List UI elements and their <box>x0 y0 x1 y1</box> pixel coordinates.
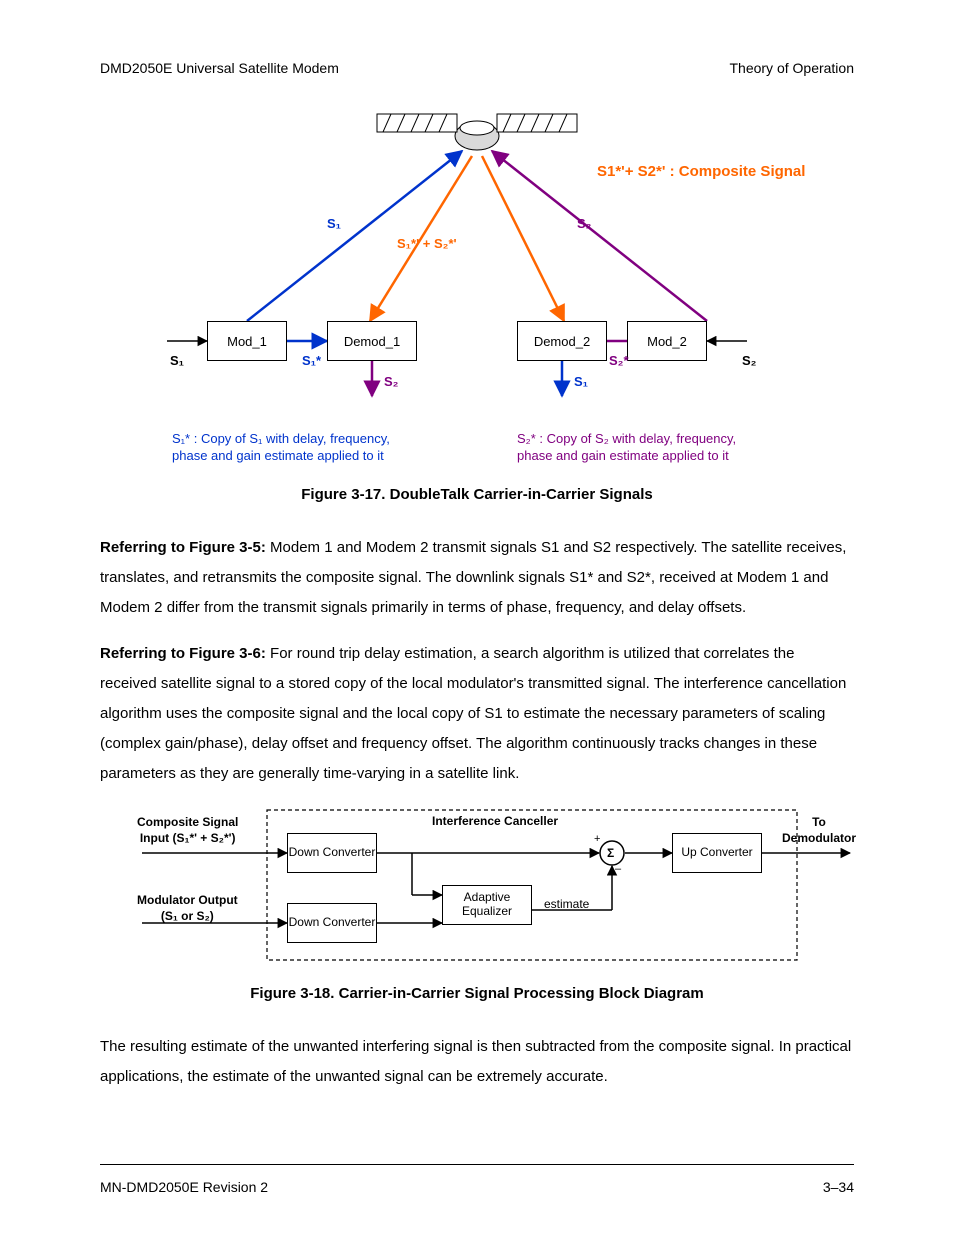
dc2-box: Down Converter <box>287 903 377 943</box>
estimate-label: estimate <box>544 897 589 911</box>
header-left: DMD2050E Universal Satellite Modem <box>100 60 339 76</box>
dc1-box: Down Converter <box>287 833 377 873</box>
p2-lead: Referring to Figure 3-6: <box>100 645 266 662</box>
demod-2-box: Demod_2 <box>517 321 607 361</box>
sum-label: S₁*' + S₂*' <box>397 236 457 251</box>
footer-left: MN-DMD2050E Revision 2 <box>100 1179 268 1195</box>
page-header: DMD2050E Universal Satellite Modem Theor… <box>100 60 854 76</box>
page-footer: MN-DMD2050E Revision 2 3–34 <box>100 1179 854 1195</box>
footer-right: 3–34 <box>823 1179 854 1195</box>
s1-in-label: S₁ <box>170 353 184 368</box>
s2-out-label: S₂ <box>384 374 398 389</box>
p1-lead: Referring to Figure 3-5: <box>100 539 266 556</box>
header-right: Theory of Operation <box>729 60 854 76</box>
adaptive-equalizer-box: Adaptive Equalizer <box>442 885 532 925</box>
s1-out-label: S₁ <box>574 374 588 389</box>
note-s1star: S₁* : Copy of S₁ with delay, frequency, … <box>172 431 390 465</box>
minus-label: – <box>615 863 621 875</box>
sigma-label: Σ <box>607 846 614 860</box>
figure-3-18: Down Converter Down Converter Adaptive E… <box>102 805 852 965</box>
satellite-icon <box>377 114 577 150</box>
footer-rule <box>100 1164 854 1165</box>
s1star-label: S₁* <box>302 353 321 368</box>
s2-label: S₂ <box>577 216 591 231</box>
figure-3-17: Mod_1 Demod_1 Demod_2 Mod_2 S1*'+ S2*' :… <box>102 106 852 466</box>
to-demodulator-label: To Demodulator <box>782 815 856 846</box>
s1-label: S₁ <box>327 216 341 231</box>
plus-label: + <box>594 833 600 845</box>
demod-1-box: Demod_1 <box>327 321 417 361</box>
note-s2star: S₂* : Copy of S₂ with delay, frequency, … <box>517 431 736 465</box>
figure-3-17-caption: Figure 3-17. DoubleTalk Carrier-in-Carri… <box>100 486 854 503</box>
p2-rest: For round trip delay estimation, a searc… <box>100 645 846 782</box>
interference-canceller-label: Interference Canceller <box>432 814 558 828</box>
mod-output-label: Modulator Output (S₁ or S₂) <box>137 893 238 924</box>
paragraph-3: The resulting estimate of the unwanted i… <box>100 1032 854 1092</box>
mod-1-box: Mod_1 <box>207 321 287 361</box>
composite-signal-label: S1*'+ S2*' : Composite Signal <box>597 163 805 180</box>
paragraph-2: Referring to Figure 3-6: For round trip … <box>100 639 854 789</box>
comp-signal-input-label: Composite Signal Input (S₁*' + S₂*') <box>137 815 238 846</box>
paragraph-1: Referring to Figure 3-5: Modem 1 and Mod… <box>100 533 854 623</box>
s2star-label: S₂* <box>609 353 629 368</box>
figure-3-18-caption: Figure 3-18. Carrier-in-Carrier Signal P… <box>100 985 854 1002</box>
up-converter-box: Up Converter <box>672 833 762 873</box>
mod-2-box: Mod_2 <box>627 321 707 361</box>
s2-in-label: S₂ <box>742 353 756 368</box>
